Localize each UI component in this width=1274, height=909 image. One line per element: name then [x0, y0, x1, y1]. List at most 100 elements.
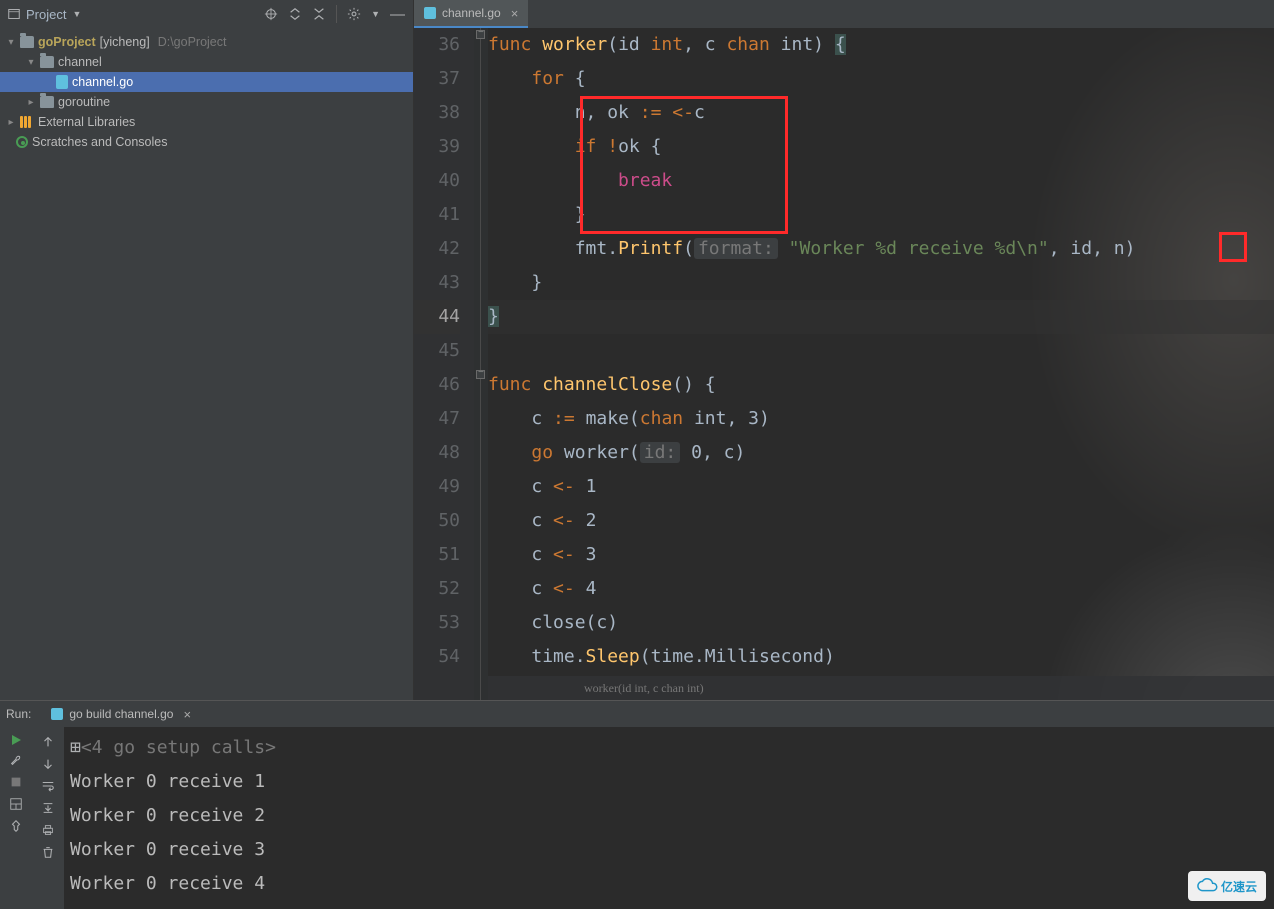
code-line: }: [488, 300, 1274, 334]
console-line: ⊞<4 go setup calls>: [70, 731, 1268, 765]
separator: [336, 5, 337, 23]
code-line: c <- 4: [488, 572, 1274, 606]
editor-breadcrumb[interactable]: worker(id int, c chan int): [488, 676, 1274, 700]
tree-label: Scratches and Consoles: [32, 135, 168, 149]
line-number: 46: [414, 368, 460, 402]
stop-icon[interactable]: [9, 775, 23, 789]
code-line: for {: [488, 62, 1274, 96]
scratches-icon: [16, 136, 28, 148]
project-label[interactable]: Project: [26, 7, 66, 22]
go-file-icon: [424, 7, 436, 19]
tree-file-channel-go[interactable]: channel.go: [0, 72, 413, 92]
code-line: close(c): [488, 606, 1274, 640]
line-number: 42: [414, 232, 460, 266]
close-icon[interactable]: ×: [511, 6, 519, 21]
line-number: 37: [414, 62, 460, 96]
go-file-icon: [51, 708, 63, 720]
project-view-icon: [8, 8, 20, 20]
fold-toggle[interactable]: [476, 30, 485, 39]
line-number: 51: [414, 538, 460, 572]
run-label: Run:: [6, 707, 31, 721]
run-tool-window: Run: go build channel.go × ⊞<4 go setup …: [0, 700, 1274, 909]
line-number: 44: [414, 300, 460, 334]
console-line: Worker 0 receive 4: [70, 867, 1268, 901]
tree-root-branch: [yicheng]: [100, 35, 150, 49]
tree-scratches[interactable]: Scratches and Consoles: [0, 132, 413, 152]
tree-external-libraries[interactable]: ▸ External Libraries: [0, 112, 413, 132]
tree-folder-channel[interactable]: ▾ channel: [0, 52, 413, 72]
collapse-all-icon[interactable]: [312, 7, 326, 21]
trash-icon[interactable]: [41, 845, 55, 859]
tree-label: External Libraries: [38, 115, 135, 129]
library-icon: [20, 116, 34, 128]
code-line: if !ok {: [488, 130, 1274, 164]
close-icon[interactable]: ×: [183, 707, 191, 722]
code-line: }: [488, 198, 1274, 232]
folder-icon: [40, 96, 54, 108]
code-line: break: [488, 164, 1274, 198]
fold-toggle[interactable]: [476, 370, 485, 379]
fold-column: [474, 28, 488, 700]
code-line: c <- 2: [488, 504, 1274, 538]
tree-label: channel: [58, 55, 102, 69]
chevron-right-icon[interactable]: ▸: [6, 117, 16, 128]
line-gutter: 36 37 38 39 40 41 42 43 44 45 46 47 48 4…: [414, 28, 474, 700]
rerun-icon[interactable]: [12, 735, 21, 745]
folder-icon: [20, 36, 34, 48]
tab-channel-go[interactable]: channel.go ×: [414, 0, 528, 28]
code-line: c <- 1: [488, 470, 1274, 504]
line-number: 50: [414, 504, 460, 538]
line-number: 53: [414, 606, 460, 640]
code-line: c := make(chan int, 3): [488, 402, 1274, 436]
run-config-name[interactable]: go build channel.go: [69, 707, 173, 721]
console-output[interactable]: ⊞<4 go setup calls> Worker 0 receive 1 W…: [64, 727, 1274, 909]
chevron-down-icon[interactable]: ▾: [26, 57, 36, 68]
chevron-down-icon[interactable]: ▾: [6, 37, 16, 48]
wrench-icon[interactable]: [9, 753, 23, 767]
code-line: [488, 334, 1274, 368]
line-number: 48: [414, 436, 460, 470]
down-arrow-icon[interactable]: [41, 757, 55, 771]
code-area[interactable]: func worker(id int, c chan int) { for { …: [488, 28, 1274, 700]
line-number: 39: [414, 130, 460, 164]
project-dropdown-icon[interactable]: ▼: [72, 9, 81, 19]
line-number: 45: [414, 334, 460, 368]
tree-root[interactable]: ▾ goProject [yicheng] D:\goProject: [0, 32, 413, 52]
tree-label: goroutine: [58, 95, 110, 109]
run-left-toolbar-2: [32, 727, 64, 909]
go-file-icon: [56, 75, 68, 89]
code-line: }: [488, 266, 1274, 300]
project-toolbar: Project ▼ ▼ —: [0, 0, 414, 28]
settings-dropdown-icon[interactable]: ▼: [371, 9, 380, 19]
scroll-to-end-icon[interactable]: [41, 801, 55, 815]
up-arrow-icon[interactable]: [41, 735, 55, 749]
print-icon[interactable]: [41, 823, 55, 837]
line-number: 36: [414, 28, 460, 62]
code-line: go worker(id: 0, c): [488, 436, 1274, 470]
run-left-toolbar: [0, 727, 32, 909]
gear-icon[interactable]: [347, 7, 361, 21]
line-number: 43: [414, 266, 460, 300]
chevron-right-icon[interactable]: ▸: [26, 97, 36, 108]
code-editor[interactable]: 36 37 38 39 40 41 42 43 44 45 46 47 48 4…: [414, 28, 1274, 700]
pin-icon[interactable]: [9, 819, 23, 833]
soft-wrap-icon[interactable]: [41, 779, 55, 793]
run-header: Run: go build channel.go ×: [0, 701, 1274, 727]
line-number: 47: [414, 402, 460, 436]
console-line: Worker 0 receive 2: [70, 799, 1268, 833]
code-line: fmt.Printf(format: "Worker %d receive %d…: [488, 232, 1274, 266]
layout-icon[interactable]: [9, 797, 23, 811]
editor-tabs: channel.go ×: [414, 0, 1274, 28]
tree-label: channel.go: [72, 75, 133, 89]
crosshair-icon[interactable]: [264, 7, 278, 21]
line-number: 40: [414, 164, 460, 198]
console-line: Worker 0 receive 3: [70, 833, 1268, 867]
tree-folder-goroutine[interactable]: ▸ goroutine: [0, 92, 413, 112]
hide-tool-window-icon[interactable]: —: [390, 6, 405, 23]
line-number: 54: [414, 640, 460, 674]
watermark-logo: 亿速云: [1188, 871, 1266, 901]
project-tree: ▾ goProject [yicheng] D:\goProject ▾ cha…: [0, 28, 414, 700]
tab-label: channel.go: [442, 6, 501, 20]
line-number: 41: [414, 198, 460, 232]
expand-all-icon[interactable]: [288, 7, 302, 21]
